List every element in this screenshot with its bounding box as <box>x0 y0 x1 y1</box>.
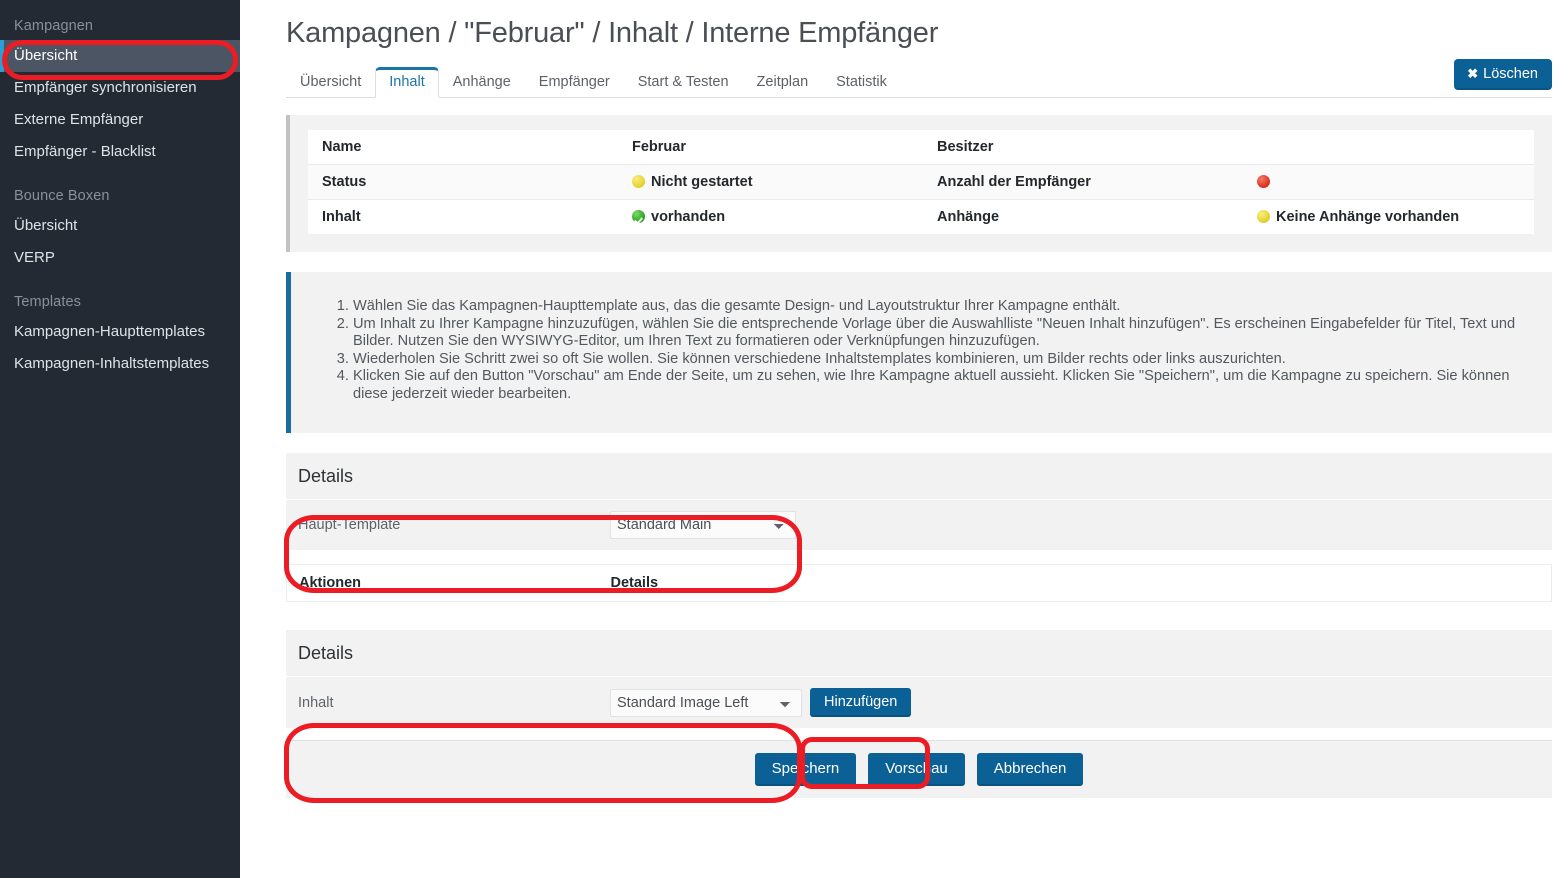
delete-button-label: Löschen <box>1483 66 1538 82</box>
sidebar-item-label: Empfänger synchronisieren <box>14 79 197 96</box>
actions-table: Aktionen Details <box>286 564 1552 602</box>
inhalt-label: Inhalt <box>298 694 334 711</box>
tab-zeitplan[interactable]: Zeitplan <box>743 67 823 98</box>
table-row: Aktionen Details <box>287 565 1552 602</box>
add-content-button[interactable]: Hinzufügen <box>810 688 912 717</box>
haupt-template-label: Haupt-Template <box>298 517 401 533</box>
status-value-status-text: Nicht gestartet <box>651 174 753 190</box>
cancel-button[interactable]: Abbrechen <box>976 753 1084 786</box>
status-label-anhaenge: Anhänge <box>937 209 1000 225</box>
status-value-anhaenge: Keine Anhänge vorhanden <box>1243 200 1534 235</box>
tab-uebersicht[interactable]: Übersicht <box>286 67 375 98</box>
sidebar-item-label: Empfänger - Blacklist <box>14 143 156 160</box>
haupt-template-row: Haupt-Template Standard Main <box>286 499 1552 550</box>
tab-start-testen[interactable]: Start & Testen <box>624 67 743 98</box>
instructions-panel: Wählen Sie das Kampagnen-Haupttemplate a… <box>286 272 1552 433</box>
instructions-list: Wählen Sie das Kampagnen-Haupttemplate a… <box>315 298 1528 403</box>
sidebar-group-title-kampagnen: Kampagnen <box>14 18 94 34</box>
red-status-dot-icon <box>1257 175 1270 188</box>
inhalt-row: Inhalt Standard Image Left Hinzufügen <box>286 676 1552 728</box>
table-row: Inhalt vorhanden Anhänge Keine Anhänge v… <box>308 200 1534 235</box>
status-value-name: Februar <box>618 130 923 165</box>
status-value-anhaenge-text: Keine Anhänge vorhanden <box>1276 209 1460 225</box>
page-title: Kampagnen / "Februar" / Inhalt / Interne… <box>286 17 939 49</box>
status-value-status: Nicht gestartet <box>618 164 923 200</box>
preview-button[interactable]: Vorschau <box>868 753 965 786</box>
details-content-heading: Details <box>286 630 1552 676</box>
green-check-dot-icon <box>632 210 645 223</box>
tab-inhalt[interactable]: Inhalt <box>375 67 439 98</box>
status-label-status: Status <box>308 164 618 200</box>
status-label-anzahl-empfaenger: Anzahl der Empfänger <box>923 164 1243 200</box>
list-item: Um Inhalt zu Ihrer Kampagne hinzuzufügen… <box>353 316 1528 351</box>
sidebar-item-bounce-uebersicht[interactable]: Übersicht <box>0 210 240 242</box>
tab-bar: Übersicht Inhalt Anhänge Empfänger Start… <box>286 59 1552 98</box>
sidebar-item-kampagnen-inhaltstemplates[interactable]: Kampagnen-Inhaltstemplates <box>0 348 240 380</box>
list-item: Wiederholen Sie Schritt zwei so oft Sie … <box>353 351 1528 369</box>
sidebar-item-label: Kampagnen-Haupttemplates <box>14 323 205 340</box>
list-item: Wählen Sie das Kampagnen-Haupttemplate a… <box>353 298 1528 316</box>
sidebar-group-title-bounce-boxen: Bounce Boxen <box>14 188 110 204</box>
table-row: Name Februar Besitzer <box>308 130 1534 165</box>
sidebar-item-label: Kampagnen-Inhaltstemplates <box>14 355 210 372</box>
status-value-inhalt: vorhanden <box>618 200 923 235</box>
sidebar-item-label: Übersicht <box>14 47 78 64</box>
details-template-heading: Details <box>286 453 1552 499</box>
sidebar-group-title-templates: Templates <box>14 294 81 310</box>
form-action-bar: Speichern Vorschau Abbrechen <box>286 740 1552 798</box>
details-column-header: Details <box>610 575 659 591</box>
sidebar-item-label: Externe Empfänger <box>14 111 144 128</box>
sidebar-navigation: Kampagnen Übersicht Empfänger synchronis… <box>0 0 240 878</box>
sidebar-item-externe-empfaenger[interactable]: Externe Empfänger <box>0 104 240 136</box>
sidebar-item-kampagnen-haupttemplates[interactable]: Kampagnen-Haupttemplates <box>0 316 240 348</box>
actions-column-header: Aktionen <box>299 575 362 591</box>
status-value-inhalt-text: vorhanden <box>651 209 726 225</box>
campaign-status-panel: Name Februar Besitzer Status Nicht gesta… <box>286 115 1552 252</box>
status-value-besitzer <box>1243 130 1534 165</box>
table-row: Status Nicht gestartet Anzahl der Empfän… <box>308 164 1534 200</box>
main-content: Kampagnen / "Februar" / Inhalt / Interne… <box>240 0 1564 878</box>
haupt-template-select[interactable]: Standard Main <box>610 511 796 539</box>
sidebar-item-kampagnen-uebersicht[interactable]: Übersicht <box>0 40 240 72</box>
list-item: Klicken Sie auf den Button "Vorschau" am… <box>353 368 1528 403</box>
yellow-status-dot-icon <box>632 175 645 188</box>
tab-empfaenger[interactable]: Empfänger <box>525 67 624 98</box>
status-label-besitzer: Besitzer <box>923 130 1243 165</box>
campaign-status-table: Name Februar Besitzer Status Nicht gesta… <box>308 130 1534 234</box>
sidebar-item-label: VERP <box>14 249 55 266</box>
save-button[interactable]: Speichern <box>754 753 857 786</box>
application-window: Kampagnen Übersicht Empfänger synchronis… <box>0 0 1564 878</box>
delete-button[interactable]: ✖ Löschen <box>1454 59 1552 90</box>
sidebar-item-empfaenger-blacklist[interactable]: Empfänger - Blacklist <box>0 136 240 168</box>
status-label-inhalt: Inhalt <box>322 209 361 225</box>
sidebar-item-label: Übersicht <box>14 217 78 234</box>
close-x-icon: ✖ <box>1467 66 1479 81</box>
status-value-anzahl-empfaenger <box>1243 164 1534 200</box>
tab-anhaenge[interactable]: Anhänge <box>439 67 525 98</box>
sidebar-item-empfaenger-synchronisieren[interactable]: Empfänger synchronisieren <box>0 72 240 104</box>
status-label-name: Name <box>308 130 618 165</box>
inhalt-template-select[interactable]: Standard Image Left <box>610 688 802 717</box>
yellow-status-dot-icon <box>1257 210 1270 223</box>
tab-statistik[interactable]: Statistik <box>822 67 901 98</box>
sidebar-item-verp[interactable]: VERP <box>0 242 240 274</box>
